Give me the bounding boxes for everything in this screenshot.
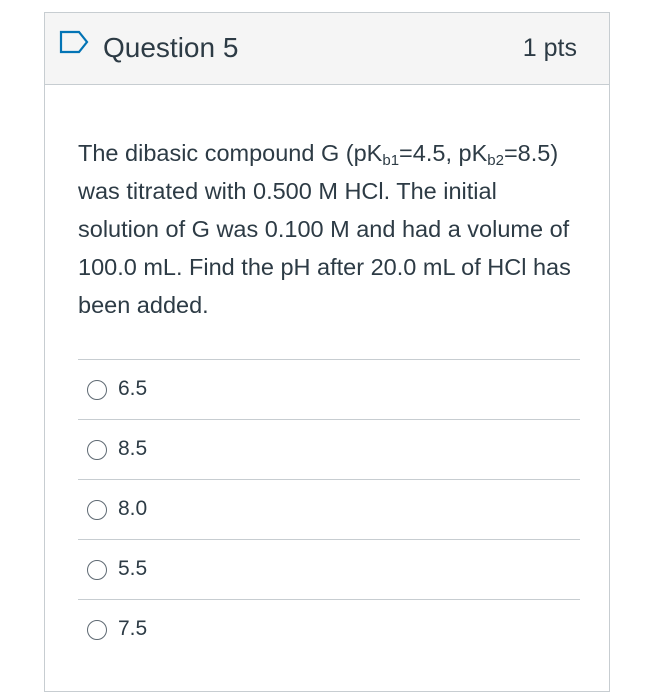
- radio-unchecked-icon[interactable]: [87, 380, 107, 400]
- radio-unchecked-icon[interactable]: [87, 560, 107, 580]
- question-points: 1 pts: [522, 34, 577, 62]
- question-text-subscript: b2: [487, 152, 504, 169]
- answer-option[interactable]: 6.5: [78, 359, 580, 419]
- question-text-part: =4.5, pK: [399, 140, 488, 166]
- question-title: Question 5: [103, 32, 239, 63]
- radio-unchecked-icon[interactable]: [87, 500, 107, 520]
- question-text-part: The dibasic compound G (pK: [78, 140, 383, 166]
- question-text-subscript: b1: [382, 152, 400, 169]
- answer-label: 8.0: [118, 497, 148, 520]
- bookmark-flag-icon[interactable]: [59, 30, 89, 54]
- question-header: Question 5 1 pts: [45, 13, 609, 85]
- answer-label: 8.5: [118, 437, 148, 460]
- answer-label: 7.5: [118, 617, 148, 640]
- answer-list: 6.5 8.5 8.0 5.5 7.5: [78, 359, 580, 659]
- answer-option[interactable]: 5.5: [78, 539, 580, 599]
- answer-option[interactable]: 8.0: [78, 479, 580, 539]
- answer-option[interactable]: 7.5: [78, 599, 580, 659]
- radio-unchecked-icon[interactable]: [87, 440, 107, 460]
- answer-label: 6.5: [118, 377, 148, 400]
- radio-unchecked-icon[interactable]: [87, 620, 107, 640]
- answer-label: 5.5: [118, 557, 148, 580]
- answer-option[interactable]: 8.5: [78, 419, 580, 479]
- question-card: Question 5 1 pts The dibasic compound G …: [44, 12, 610, 692]
- question-text: The dibasic compound G (pKb1=4.5, pKb2=8…: [78, 134, 584, 324]
